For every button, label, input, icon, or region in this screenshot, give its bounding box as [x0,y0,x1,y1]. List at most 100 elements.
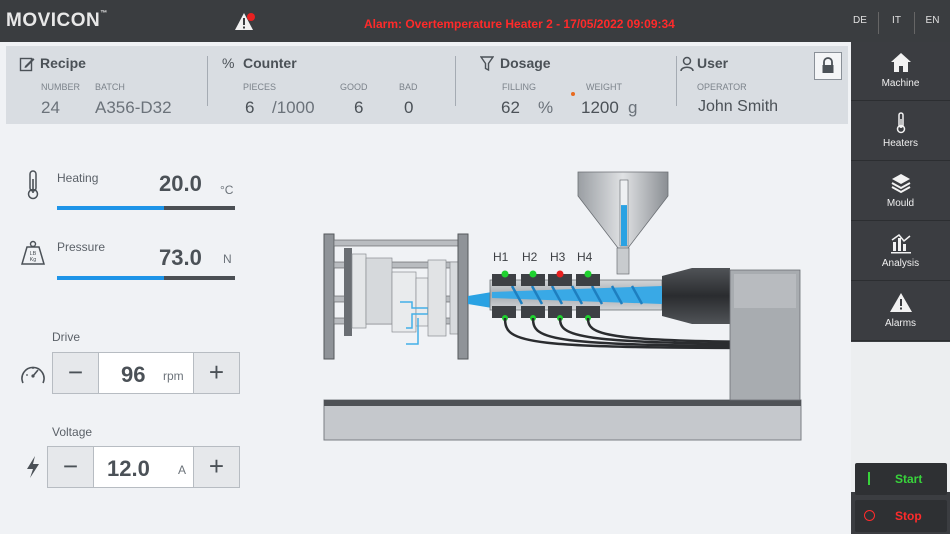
sidebar-nav: Machine Heaters Mould Analysis Alarms [851,42,950,534]
drive-value[interactable]: 96 [121,362,145,388]
weight-icon: LB Kg [20,240,46,265]
user-icon [680,56,694,72]
lock-button[interactable] [814,52,842,80]
heating-value: 20.0 [159,171,202,196]
drive-stepper: − 96 rpm + [52,352,240,394]
top-bar: MOVICON™ Alarm: Overtemperature Heater 2… [0,0,950,42]
nav-mould[interactable]: Mould [851,162,950,221]
injection-machine-diagram: H1 H2 H3 H4 [323,171,802,441]
weight-value: 1200 [581,98,619,117]
heating-bar [57,206,235,210]
divider [207,56,208,106]
divider [455,56,456,106]
voltage-value[interactable]: 12.0 [107,456,150,482]
heating-label: Heating [57,171,99,185]
heater-status-led-h3 [556,270,564,278]
alarm-banner[interactable]: Alarm: Overtemperature Heater 2 - 17/05/… [364,17,675,31]
voltage-increase-button[interactable]: + [193,446,240,488]
pressure-bar-fill [57,276,164,280]
lang-de-button[interactable]: DE [842,12,878,34]
pieces-value: 6 [245,98,255,117]
start-button[interactable]: Start [855,463,947,495]
heater-label-h3: H3 [550,250,566,264]
counter-title: Counter [243,55,297,71]
chart-icon [890,233,911,254]
weight-label: WEIGHT [586,82,622,92]
filling-value: 62 [501,98,520,117]
edit-icon [19,57,35,72]
lock-icon [822,57,834,73]
good-value: 6 [354,98,364,117]
bad-value: 0 [404,98,414,117]
thermometer-icon [27,170,39,200]
heater-status-led-h4 [584,270,592,278]
layers-icon [891,174,910,194]
pieces-label: PIECES [243,82,277,92]
operator-name: John Smith [698,98,779,115]
weight-unit: g [628,98,638,117]
voltage-label: Voltage [52,425,93,439]
lang-it-button[interactable]: IT [878,12,914,34]
lang-en-button[interactable]: EN [914,12,950,34]
home-icon [890,53,911,72]
pressure-label: Pressure [57,240,106,254]
user-title: User [697,55,729,71]
nav-mould-label: Mould [886,198,915,209]
percent-icon: % [222,55,235,71]
thermometer-icon [896,112,905,134]
weight-icon-text-bottom: Kg [30,257,37,263]
operator-label: OPERATOR [697,82,747,92]
drive-decrease-button[interactable]: − [52,352,99,394]
nav-heaters-label: Heaters [882,138,918,149]
recipe-batch-label: BATCH [95,82,125,92]
pressure-bar [57,276,235,280]
drive-unit: rpm [163,369,184,383]
start-indicator-icon [868,472,870,485]
weight-status-dot [571,92,575,96]
recipe-number-label: NUMBER [41,82,81,92]
heating-bar-fill [57,206,164,210]
divider [676,56,677,106]
dosage-title: Dosage [500,55,551,71]
drive-label: Drive [52,330,81,344]
voltage-unit: A [178,463,187,477]
voltage-stepper: − 12.0 A + [47,446,240,488]
nav-alarms-label: Alarms [884,318,917,329]
start-label: Start [895,472,923,486]
stop-button[interactable]: Stop [855,500,947,532]
pieces-total: /1000 [272,98,315,117]
filling-unit: % [538,98,554,117]
nav-alarms[interactable]: Alarms [851,282,950,341]
stop-label: Stop [895,509,922,523]
alarm-warning-icon[interactable] [234,12,256,32]
filter-icon [480,56,494,72]
stop-indicator-icon [864,510,875,521]
filling-label: FILLING [502,82,537,92]
drive-increase-button[interactable]: + [193,352,240,394]
nav-machine[interactable]: Machine [851,42,950,101]
nav-heaters[interactable]: Heaters [851,102,950,161]
app-logo: MOVICON™ [6,10,108,31]
heater-label-h4: H4 [577,250,593,264]
hopper-fill-level [621,205,627,246]
pressure-unit: N [223,252,232,266]
recipe-number: 24 [41,98,60,117]
info-panel: Recipe NUMBER BATCH 24 A356-D32 % Counte… [6,46,848,124]
nav-analysis-label: Analysis [881,258,920,269]
gauge-icon [21,366,45,384]
heater-label-h2: H2 [522,250,538,264]
pressure-value: 73.0 [159,245,202,270]
heater-status-led-h1 [501,270,509,278]
heater-label-h1: H1 [493,250,509,264]
heating-unit: °C [220,183,234,197]
heater-status-led-h2 [529,270,537,278]
nav-analysis[interactable]: Analysis [851,222,950,281]
voltage-decrease-button[interactable]: − [47,446,94,488]
good-label: GOOD [340,82,368,92]
nav-machine-label: Machine [881,78,920,89]
lightning-icon [27,456,39,478]
warning-icon [889,293,912,312]
recipe-title: Recipe [40,55,86,71]
recipe-batch: A356-D32 [95,98,172,117]
bad-label: BAD [399,82,418,92]
